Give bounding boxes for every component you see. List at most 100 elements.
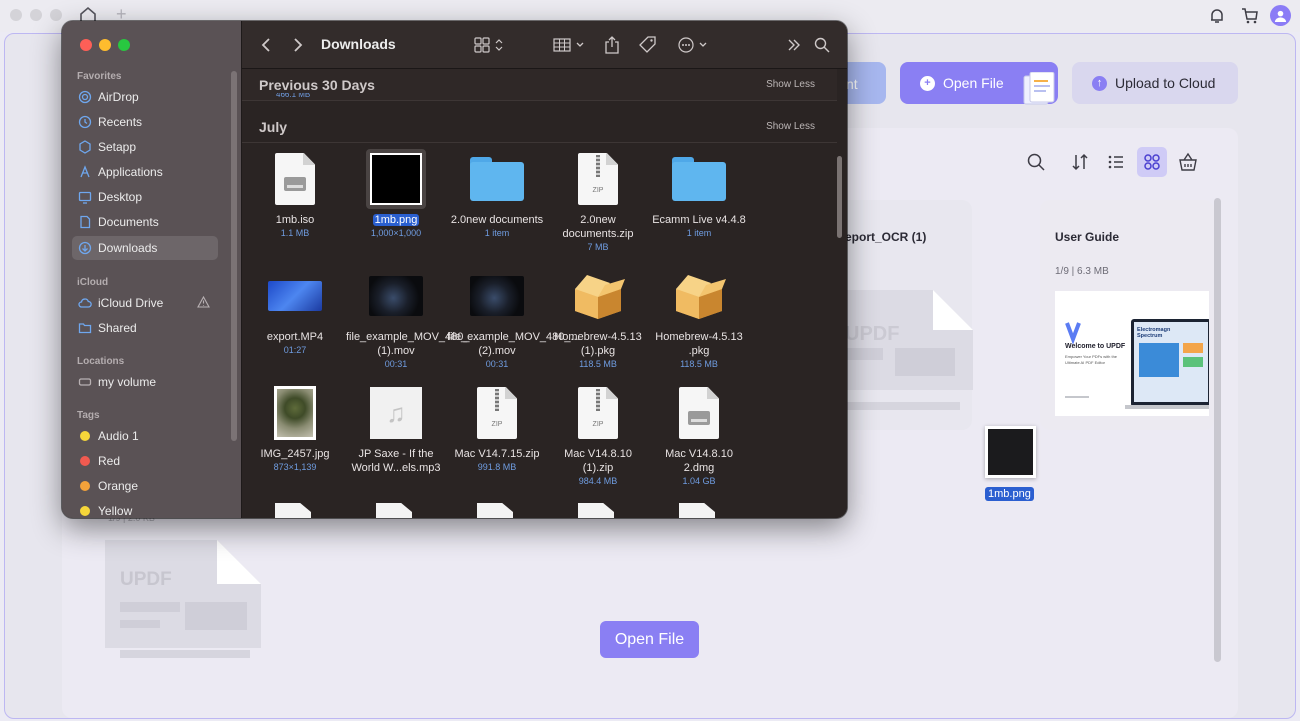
sidebar-item-my-volume[interactable]: my volume [72,370,218,394]
sidebar-item-label: Yellow [98,504,133,518]
guide-screen-title: Electromagn Spectrum [1137,327,1171,339]
tag-icon[interactable] [639,35,657,55]
back-icon[interactable] [260,35,272,55]
search-icon[interactable] [1024,150,1048,174]
user-avatar[interactable] [1270,5,1291,26]
file-name: Mac V14.7.15.zip [454,448,540,460]
file-icon-partial[interactable] [679,503,715,518]
file-item-selected[interactable]: 1mb.png 1,000×1,000 [346,149,446,263]
file-item[interactable]: Homebrew-4.5.13 (1).pkg 118.5 MB [548,268,648,380]
finder-window: Favorites AirDrop Recents Setapp Applica… [62,21,847,518]
expand-toolbar-icon[interactable] [787,35,801,55]
file-name: 2.0new documents [450,214,544,226]
file-item[interactable]: 1mb.iso 1.1 MB [245,151,345,263]
file-item[interactable]: export.MP4 01:27 [245,268,345,380]
show-less-button[interactable]: Show Less [766,121,815,132]
finder-zoom-button[interactable] [118,39,130,51]
file-icon-partial[interactable] [275,503,311,518]
list-view-icon[interactable] [1104,150,1128,174]
file-item[interactable]: ZIP 2.0new documents.zip 7 MB [548,151,648,263]
sidebar-item-desktop[interactable]: Desktop [72,185,218,209]
sidebar-item-setapp[interactable]: Setapp [72,135,218,159]
file-icon-partial[interactable] [477,503,513,518]
open-file-button-bottom[interactable]: Open File [600,621,699,658]
content-scrollbar[interactable] [1214,198,1221,662]
file-item[interactable]: Homebrew-4.5.13 .pkg 118.5 MB [649,268,749,380]
file-meta: 1.1 MB [280,228,310,238]
dragged-file-label: 1mb.png [985,487,1034,501]
sidebar-item-label: Orange [98,479,139,493]
card-meta: 1/9 | 6.3 MB [1055,266,1109,277]
file-meta: 991.8 MB [477,462,517,472]
file-name: Mac V14.8.10 (1).zip [564,448,632,474]
sidebar-item-icloud-drive[interactable]: iCloud Drive [72,291,218,315]
sidebar-item-downloads[interactable]: Downloads [72,236,218,260]
sidebar-item-applications[interactable]: Applications [72,160,218,184]
guide-line: Empower Your PDFs with the [1065,354,1118,359]
window-close-button[interactable] [10,9,22,21]
file-meta: 873×1,139 [273,462,317,472]
file-item[interactable]: Mac V14.8.10 2.dmg 1.04 GB [649,385,749,497]
forward-icon[interactable] [292,35,304,55]
sidebar-scrollbar[interactable] [231,71,237,441]
sidebar-item-recents[interactable]: Recents [72,110,218,134]
sidebar-item-label: my volume [98,375,157,389]
file-icon-partial[interactable] [578,503,614,518]
finder-toolbar: Downloads [242,21,847,69]
group-by-icon[interactable] [553,35,587,55]
zip-icon: ZIP [570,151,626,207]
disk-image-icon [267,151,323,207]
window-minimize-button[interactable] [30,9,42,21]
shared-folder-icon [78,321,92,335]
guide-heading: Welcome to UPDF [1065,343,1126,350]
cart-icon[interactable] [1240,6,1260,26]
file-item[interactable]: ZIP Mac V14.8.10 (1).zip 984.4 MB [548,385,648,497]
zip-label: ZIP [592,187,604,194]
file-item[interactable]: IMG_2457.jpg 873×1,139 [245,385,345,497]
sidebar-item-shared[interactable]: Shared [72,316,218,340]
sidebar-item-airdrop[interactable]: AirDrop [72,85,218,109]
pdf-placeholder-label: UPDF [120,569,172,590]
file-name: Ecamm Live v4.4.8 [652,214,746,226]
finder-close-button[interactable] [80,39,92,51]
file-meta: 01:27 [283,345,307,355]
file-name: export.MP4 [266,331,324,343]
show-less-button[interactable]: Show Less [766,79,815,90]
sort-icon[interactable] [1068,150,1092,174]
file-icon-partial[interactable] [376,503,412,518]
clock-icon [78,115,92,129]
view-grid-icon[interactable] [474,35,506,55]
card-title: User Guide [1055,230,1120,244]
share-icon[interactable] [604,35,620,55]
card-title: eport_OCR (1) [845,230,927,244]
file-item[interactable]: file_example_MOV_480_...(2).mov 00:31 [447,268,580,380]
sidebar-item-label: iCloud Drive [98,296,164,310]
finder-scrollbar[interactable] [837,156,842,238]
window-zoom-button[interactable] [50,9,62,21]
download-icon [78,241,92,255]
finder-minimize-button[interactable] [99,39,111,51]
file-item[interactable]: 2.0new documents 1 item [447,151,547,263]
file-item[interactable]: ZIP Mac V14.7.15.zip 991.8 MB [447,385,547,497]
basket-icon[interactable] [1176,150,1200,174]
video-thumbnail-icon [368,268,424,324]
icloud-header: iCloud [77,277,109,288]
file-item[interactable]: ♫ JP Saxe - If the World W...els.mp3 [346,385,446,497]
sidebar-tag-audio[interactable]: Audio 1 [72,424,218,448]
file-item[interactable]: Ecamm Live v4.4.8 1 item [649,151,749,263]
sidebar-tag-orange[interactable]: Orange [72,474,218,498]
file-meta: 1,000×1,000 [370,228,422,238]
sidebar-item-documents[interactable]: Documents [72,210,218,234]
bell-icon[interactable] [1207,6,1227,26]
upload-to-cloud-button[interactable]: ↑ Upload to Cloud [1072,62,1238,104]
sidebar-tag-red[interactable]: Red [72,449,218,473]
grid-view-icon[interactable] [1137,147,1167,177]
sidebar-tag-yellow[interactable]: Yellow [72,499,218,518]
file-item[interactable]: file_example_MOV_480_...(1).mov 00:31 [346,268,479,380]
finder-title: Downloads [321,36,396,52]
more-actions-icon[interactable] [678,35,710,55]
search-icon[interactable] [814,35,830,55]
open-file-label: Open File [943,75,1004,91]
file-meta: 984.4 MB [578,476,618,486]
tag-dot-icon [80,431,90,441]
